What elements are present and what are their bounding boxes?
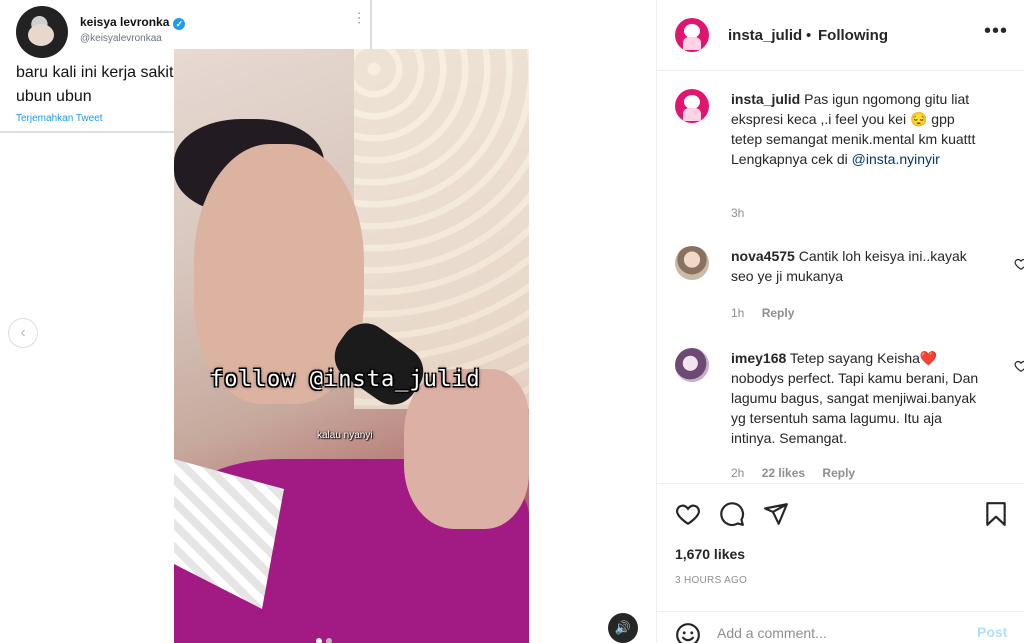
commenter-username[interactable]: imey168 bbox=[731, 350, 786, 366]
comment-reply-button[interactable]: Reply bbox=[762, 306, 795, 320]
bookmark-icon[interactable] bbox=[983, 501, 1009, 527]
carousel-dots bbox=[316, 638, 332, 643]
caption-more-prefix: Lengkapnya cek di bbox=[731, 151, 848, 167]
caption-mention-link[interactable]: @insta.nyinyir bbox=[852, 151, 940, 167]
audio-toggle-button[interactable]: 🔊 bbox=[608, 613, 638, 643]
comments-list[interactable]: insta_julid Pas igun ngomong gitu liat e… bbox=[657, 72, 1024, 482]
header-separator: • bbox=[806, 27, 812, 44]
commenter-avatar[interactable] bbox=[675, 348, 709, 382]
post-side-panel: insta_julid • Following ••• insta_julid … bbox=[656, 0, 1024, 643]
author-avatar[interactable] bbox=[675, 18, 709, 52]
chevron-left-icon: ‹ bbox=[20, 324, 26, 341]
video-subtitle: kalau nyanyi bbox=[317, 430, 373, 441]
tweet-avatar bbox=[16, 6, 68, 58]
commenter-username[interactable]: nova4575 bbox=[731, 248, 795, 264]
more-options-icon[interactable]: ••• bbox=[984, 20, 1008, 43]
verified-badge-icon: ✓ bbox=[173, 18, 186, 30]
emoji-icon[interactable] bbox=[675, 622, 701, 643]
comment-input[interactable] bbox=[717, 622, 967, 643]
likes-count[interactable]: 1,670 likes bbox=[675, 546, 745, 562]
comment-time: 1h bbox=[731, 306, 745, 320]
commenter-avatar[interactable] bbox=[675, 246, 709, 280]
post-media: keisya levronka ✓ @keisyalevronkaa ⋯ baru… bbox=[0, 0, 656, 643]
paper-plane-icon[interactable] bbox=[763, 501, 789, 527]
tweet-author-name: keisya levronka ✓ bbox=[80, 15, 186, 30]
tweet-handle: @keisyalevronkaa bbox=[80, 33, 162, 44]
speaker-icon: 🔊 bbox=[614, 620, 632, 635]
comment-time: 2h bbox=[731, 466, 745, 480]
caption-username[interactable]: insta_julid bbox=[731, 91, 800, 107]
comment-reply-button[interactable]: Reply bbox=[822, 466, 855, 480]
post-timestamp: 3 HOURS AGO bbox=[675, 575, 748, 586]
tweet-translate-link: Terjemahkan Tweet bbox=[16, 113, 103, 124]
add-comment-bar: Post bbox=[657, 611, 1024, 643]
heart-icon[interactable] bbox=[675, 501, 701, 527]
post-header: insta_julid • Following ••• bbox=[657, 0, 1024, 71]
comment-like-icon[interactable] bbox=[1014, 359, 1024, 373]
caption-time: 3h bbox=[731, 206, 745, 220]
post-comment-button[interactable]: Post bbox=[977, 624, 1007, 640]
comment-like-icon[interactable] bbox=[1014, 257, 1024, 271]
caption-avatar[interactable] bbox=[675, 89, 709, 123]
post-actions: 1,670 likes 3 HOURS AGO Post bbox=[657, 483, 1024, 643]
following-button[interactable]: Following bbox=[818, 27, 888, 44]
comment-likes-count[interactable]: 22 likes bbox=[762, 466, 805, 480]
video-frame[interactable] bbox=[174, 49, 529, 643]
previous-slide-button[interactable]: ‹ bbox=[8, 318, 38, 348]
tweet-more-icon: ⋯ bbox=[352, 11, 368, 24]
video-overlay-caption: follow @insta_julid bbox=[210, 367, 481, 392]
author-username[interactable]: insta_julid bbox=[728, 27, 802, 44]
comment-icon[interactable] bbox=[719, 501, 745, 527]
